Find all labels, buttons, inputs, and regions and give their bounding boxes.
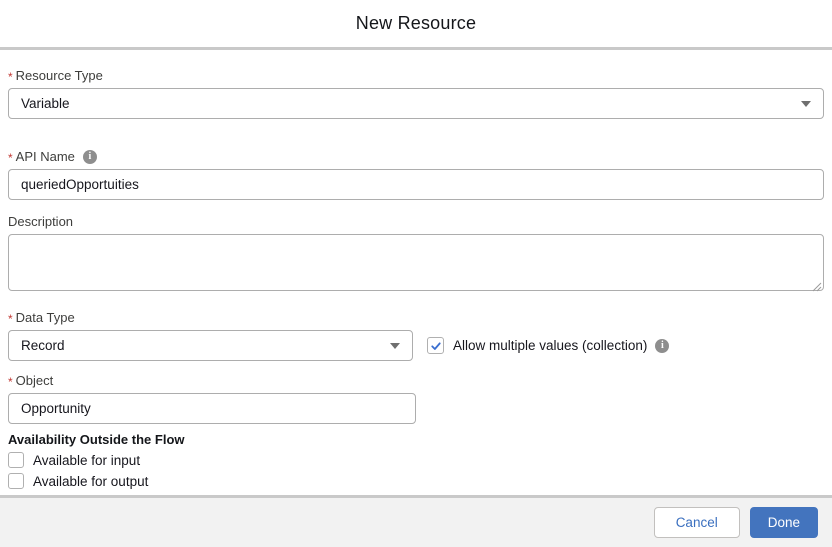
cancel-button[interactable]: Cancel xyxy=(653,507,740,538)
api-name-label: * API Name i xyxy=(8,149,824,164)
availability-heading: Availability Outside the Flow xyxy=(8,432,185,447)
new-resource-modal: New Resource * Resource Type Variable * … xyxy=(0,0,832,547)
allow-multiple-row: Allow multiple values (collection) i xyxy=(427,337,670,354)
chevron-down-icon xyxy=(390,342,400,349)
resource-type-label: * Resource Type xyxy=(8,68,824,83)
object-label-text: Object xyxy=(15,373,54,388)
available-for-input-checkbox[interactable] xyxy=(8,452,24,468)
object-label: * Object xyxy=(8,373,824,388)
allow-multiple-checkbox[interactable] xyxy=(427,337,444,354)
resource-type-value: Variable xyxy=(21,96,70,111)
info-icon[interactable]: i xyxy=(82,149,97,164)
available-for-output-label[interactable]: Available for output xyxy=(33,474,148,489)
available-for-output-checkbox[interactable] xyxy=(8,473,24,489)
modal-body: * Resource Type Variable * API Name i De… xyxy=(0,68,832,489)
required-asterisk: * xyxy=(8,375,13,389)
description-field-wrap xyxy=(8,234,824,296)
available-for-input-row: Available for input xyxy=(8,452,824,468)
allow-multiple-label[interactable]: Allow multiple values (collection) xyxy=(453,338,647,353)
checkmark-icon xyxy=(430,341,441,350)
info-icon[interactable]: i xyxy=(655,338,670,353)
api-name-label-text: API Name xyxy=(15,149,75,164)
data-type-label: * Data Type xyxy=(8,310,824,325)
modal-footer: Cancel Done xyxy=(0,495,832,547)
required-asterisk: * xyxy=(8,312,13,326)
description-label: Description xyxy=(8,214,824,229)
available-for-input-label[interactable]: Available for input xyxy=(33,453,140,468)
modal-header: New Resource xyxy=(0,0,832,50)
required-asterisk: * xyxy=(8,70,13,84)
resource-type-select[interactable]: Variable xyxy=(8,88,824,119)
data-type-label-text: Data Type xyxy=(15,310,75,325)
resource-type-label-text: Resource Type xyxy=(15,68,103,83)
data-type-select[interactable]: Record xyxy=(8,330,413,361)
description-textarea[interactable] xyxy=(8,234,824,291)
done-button[interactable]: Done xyxy=(749,507,818,538)
data-type-row: Record Allow multiple values (collection… xyxy=(8,330,824,361)
modal-title: New Resource xyxy=(355,13,477,33)
required-asterisk: * xyxy=(8,151,13,165)
api-name-input[interactable] xyxy=(8,169,824,200)
description-label-text: Description xyxy=(8,214,74,229)
data-type-value: Record xyxy=(21,338,65,353)
available-for-output-row: Available for output xyxy=(8,473,824,489)
chevron-down-icon xyxy=(801,100,811,107)
object-input[interactable] xyxy=(8,393,416,424)
